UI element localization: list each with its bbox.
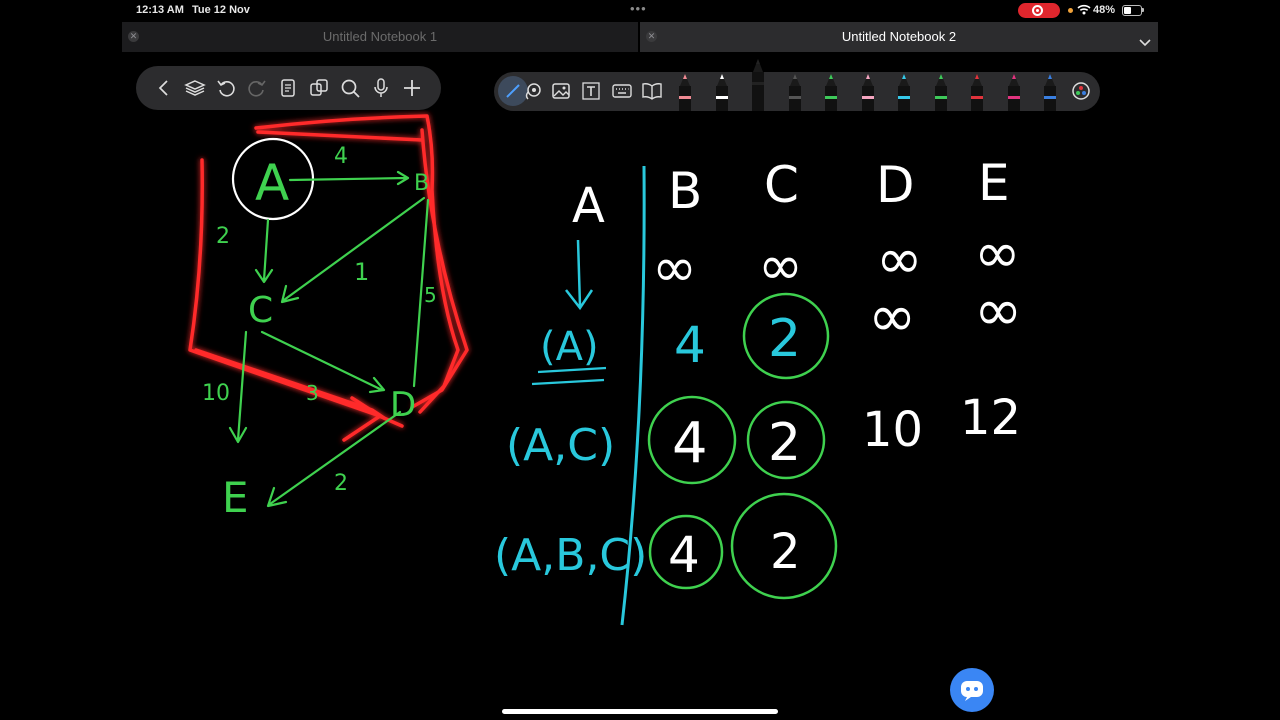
edge-c-e	[228, 330, 248, 444]
step-3: (A,B,C)	[494, 530, 647, 581]
textbox-icon[interactable]	[580, 80, 602, 102]
back-icon[interactable]	[153, 77, 175, 99]
lasso-icon[interactable]	[522, 80, 544, 102]
pen-swatch[interactable]	[934, 72, 948, 126]
wifi-icon	[1077, 4, 1091, 18]
layers-icon[interactable]	[184, 77, 206, 99]
app-window: 12:13 AM Tue 12 Nov ••• 48% ✕ Untitled N…	[122, 0, 1158, 720]
cell-r0-c: ∞	[758, 234, 803, 297]
navigation-toolbar	[136, 66, 441, 110]
cell-r3-b: 4	[668, 526, 700, 584]
graph-drawing: A B C D E 4 2 1 5 10 3 2	[202, 137, 437, 522]
close-tab-icon[interactable]: ✕	[646, 31, 657, 42]
red-highlight-stroke	[188, 114, 469, 442]
book-icon[interactable]	[641, 80, 663, 102]
cell-r1-d: ∞	[868, 282, 916, 350]
pen-swatch[interactable]	[715, 72, 729, 126]
multitasking-dots-icon[interactable]: •••	[630, 1, 647, 16]
screen-recording-icon[interactable]	[1018, 3, 1060, 18]
node-c-label: C	[248, 290, 273, 331]
step-1: (A)	[540, 324, 599, 370]
cell-r0-b: ∞	[652, 236, 697, 299]
home-indicator[interactable]	[502, 709, 778, 714]
edge-weight-ac: 2	[216, 224, 230, 249]
step-2: (A,C)	[506, 420, 615, 471]
status-bar: 12:13 AM Tue 12 Nov ••• 48%	[122, 0, 1158, 22]
node-d-label: D	[390, 385, 416, 425]
notebook-tabs: ✕ Untitled Notebook 1 ✕ Untitled Noteboo…	[122, 22, 1158, 52]
node-e-label: E	[222, 473, 249, 522]
microphone-indicator-icon	[1068, 8, 1073, 13]
header-e: E	[978, 154, 1010, 212]
cell-r2-c: 2	[768, 413, 801, 473]
cell-r2-b: 4	[672, 411, 708, 476]
edge-weight-ce: 10	[202, 381, 230, 406]
cell-r2-d: 10	[862, 402, 923, 458]
image-icon[interactable]	[550, 80, 572, 102]
pen-swatch[interactable]	[678, 72, 692, 126]
pen-swatch[interactable]	[824, 72, 838, 126]
handwriting-canvas[interactable]: A B C D E 4 2 1 5 10 3 2 A B C D E (A) (…	[122, 110, 1158, 710]
down-arrow	[565, 239, 594, 311]
battery-percent: 48%	[1093, 4, 1116, 16]
tab-notebook-1[interactable]: ✕ Untitled Notebook 1	[122, 22, 638, 52]
color-palette-icon[interactable]	[1070, 80, 1092, 102]
close-tab-icon[interactable]: ✕	[128, 31, 139, 42]
cell-r3-c: 2	[770, 524, 801, 580]
chevron-down-icon[interactable]	[1138, 30, 1152, 60]
edge-weight-ab: 4	[334, 144, 348, 169]
drawing-toolbar	[494, 59, 1100, 126]
edge-weight-cd: 3	[306, 381, 319, 405]
pen-swatch[interactable]	[788, 72, 802, 126]
step-underline	[531, 366, 607, 386]
node-b-label: B	[414, 171, 429, 196]
header-b: B	[668, 162, 702, 220]
cell-r1-c: 2	[768, 309, 801, 369]
cell-r1-b: 4	[674, 316, 706, 374]
duplicate-icon[interactable]	[308, 77, 330, 99]
tab-notebook-2[interactable]: ✕ Untitled Notebook 2	[640, 22, 1158, 52]
status-date: Tue 12 Nov	[192, 4, 250, 16]
edge-weight-bc: 1	[354, 258, 369, 286]
pen-swatch[interactable]	[1007, 72, 1021, 126]
microphone-icon[interactable]	[370, 77, 392, 99]
pen-swatch[interactable]	[751, 56, 765, 112]
keyboard-icon[interactable]	[611, 80, 633, 102]
pen-swatch[interactable]	[970, 72, 984, 126]
edge-a-b	[288, 170, 410, 186]
chat-bubble-icon	[961, 681, 983, 701]
page-icon[interactable]	[277, 77, 299, 99]
status-time: 12:13 AM	[136, 4, 184, 16]
tab-title: Untitled Notebook 2	[841, 29, 957, 44]
edge-weight-bd: 5	[424, 283, 437, 307]
redo-icon[interactable]	[246, 77, 268, 99]
header-d: D	[876, 156, 915, 214]
header-c: C	[764, 156, 799, 214]
search-icon[interactable]	[339, 77, 361, 99]
edge-a-c	[254, 218, 274, 284]
pen-swatch[interactable]	[897, 72, 911, 126]
distance-table: A B C D E (A) (A,C) (A,B,C) ∞ ∞ ∞ ∞ 4 2 …	[494, 154, 1022, 626]
cell-r2-e: 12	[960, 390, 1021, 446]
chat-assistant-button[interactable]	[950, 668, 994, 712]
header-a: A	[572, 178, 605, 234]
edge-b-c	[280, 196, 426, 304]
battery-icon	[1122, 5, 1144, 16]
add-icon[interactable]	[401, 77, 423, 99]
pen-swatch[interactable]	[861, 72, 875, 126]
pen-swatch[interactable]	[1043, 72, 1057, 126]
edge-weight-de: 2	[334, 471, 348, 496]
node-a-label: A	[255, 154, 289, 212]
tab-title: Untitled Notebook 1	[322, 29, 438, 44]
undo-icon[interactable]	[215, 77, 237, 99]
cell-r1-e: ∞	[974, 276, 1022, 344]
